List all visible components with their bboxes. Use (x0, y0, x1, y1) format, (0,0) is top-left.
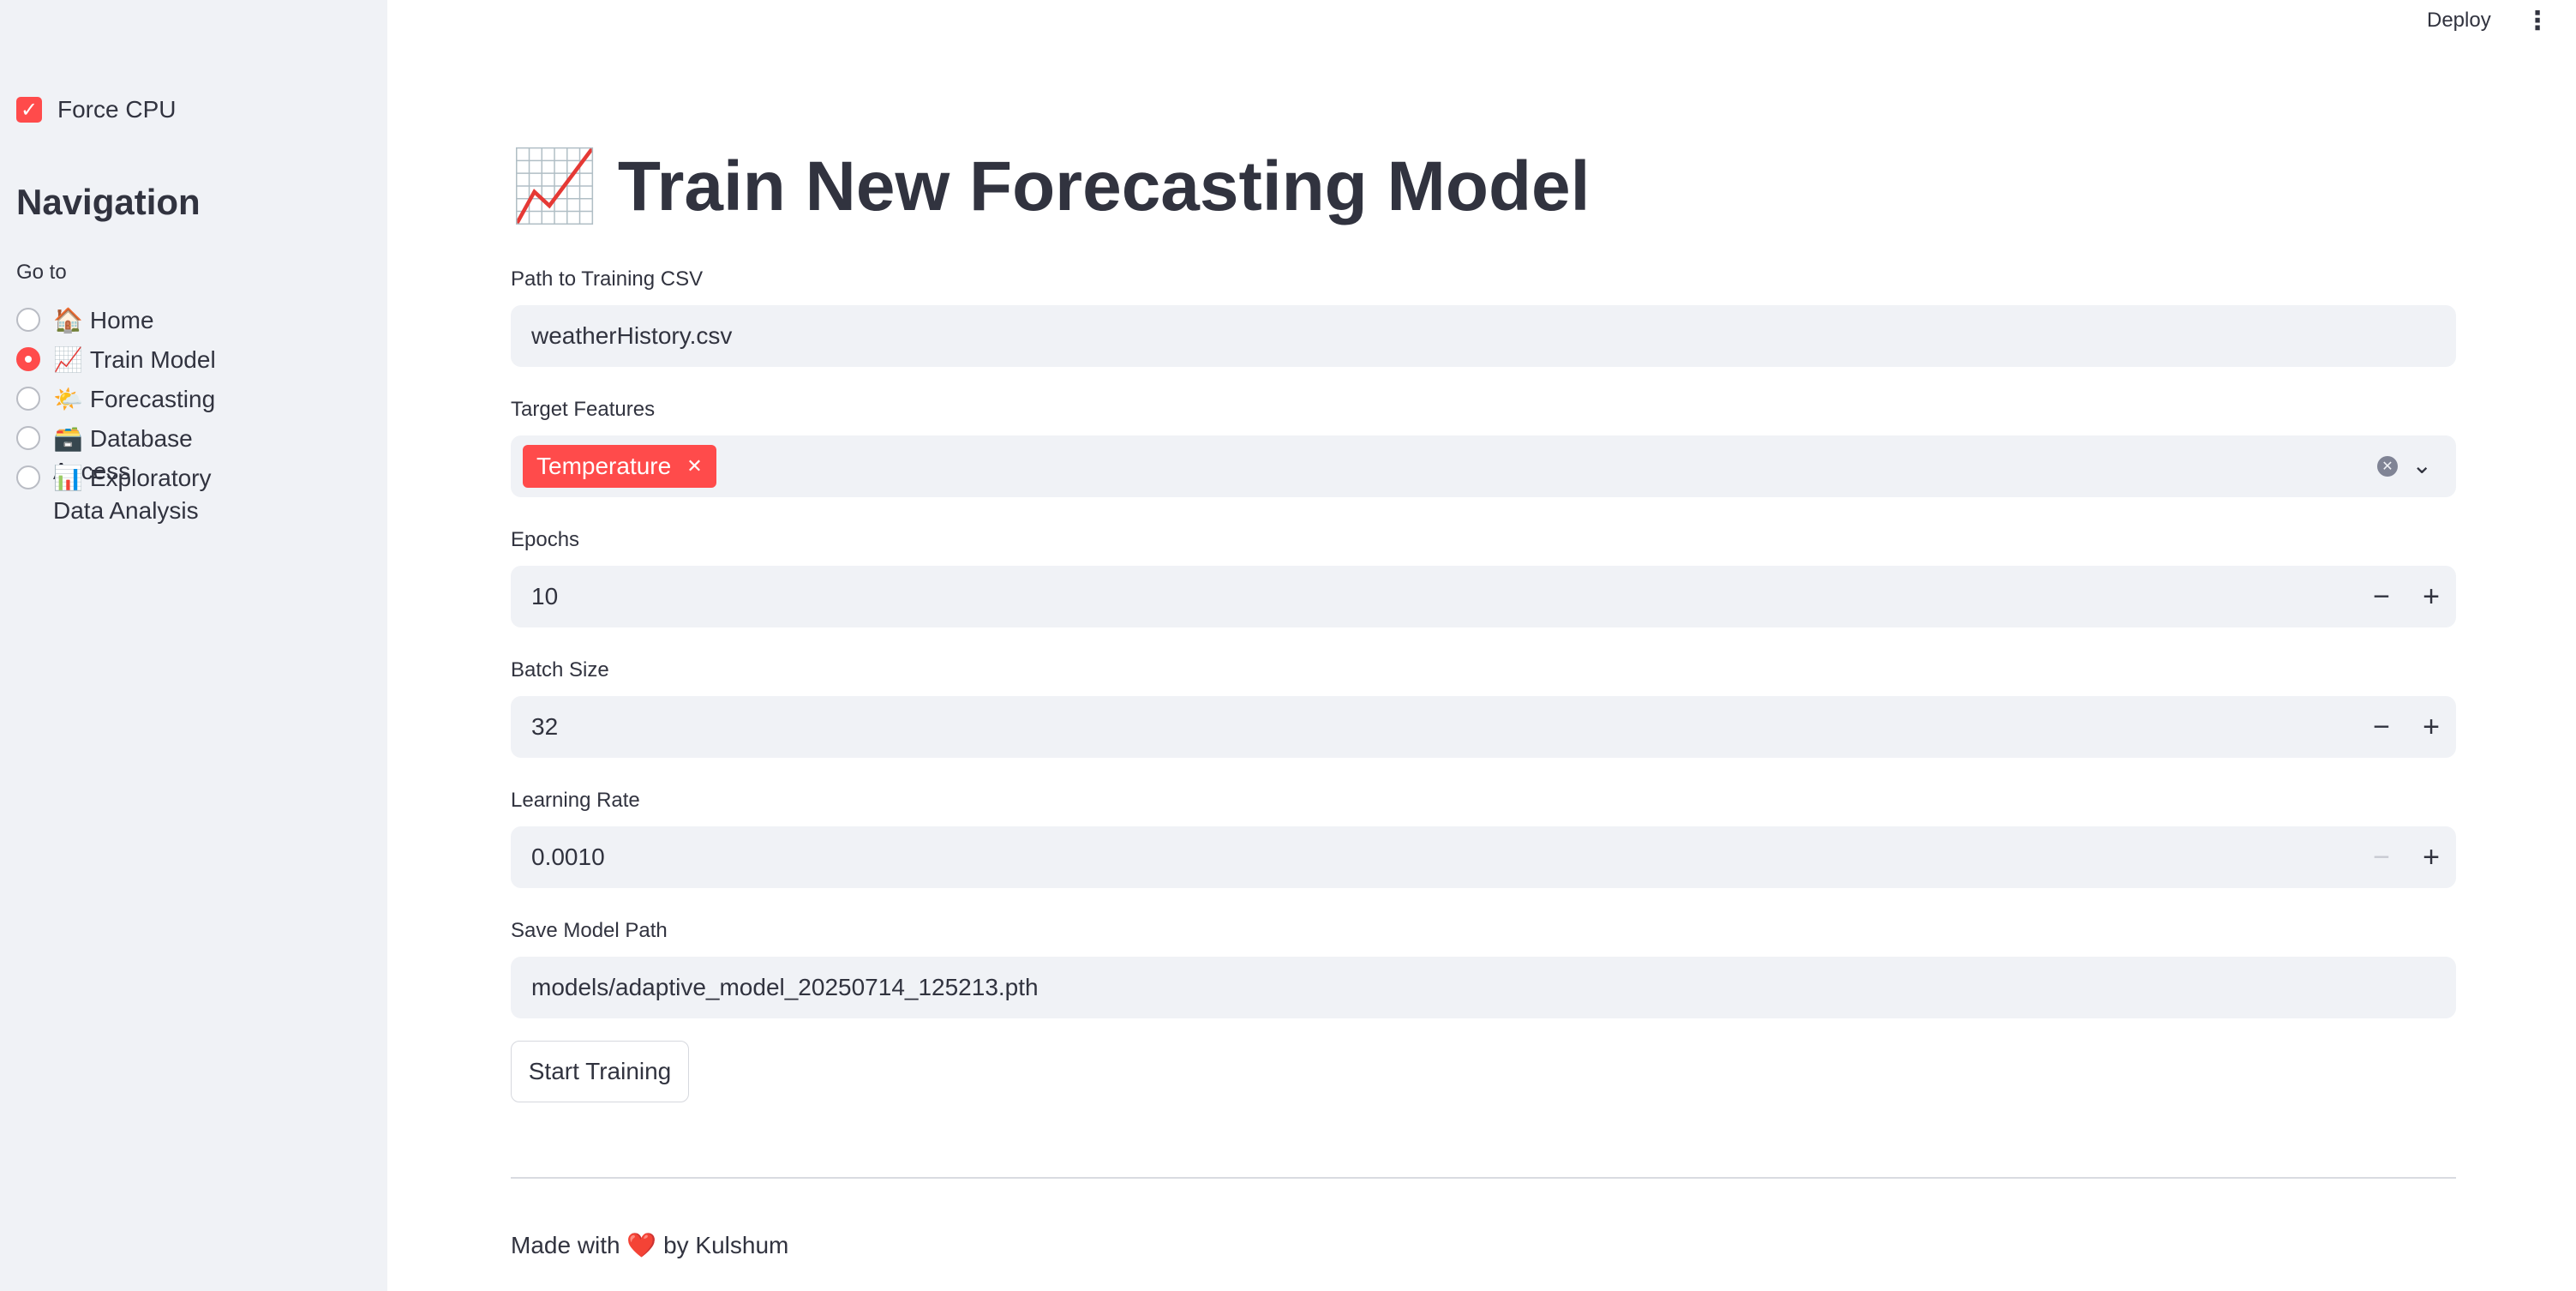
clear-all-icon[interactable]: ✕ (2377, 456, 2398, 477)
increment-button[interactable]: + (2406, 696, 2456, 758)
increment-button[interactable]: + (2406, 566, 2456, 627)
tag-remove-icon[interactable]: ✕ (686, 455, 702, 477)
sidebar: ✓ Force CPU Navigation Go to 🏠 Home 📈 Trai… (0, 0, 387, 1291)
force-cpu-checkbox[interactable]: ✓ Force CPU (16, 96, 176, 123)
target-feature-tag[interactable]: Temperature ✕ (523, 445, 716, 488)
epochs-input[interactable]: − + (511, 566, 2456, 627)
more-vertical-icon[interactable]: ⋮ (2525, 7, 2550, 36)
page-title: 📈 Train New Forecasting Model (511, 147, 1591, 225)
heart-icon: ❤️ (626, 1232, 657, 1258)
learning-rate-label: Learning Rate (511, 789, 640, 812)
nav-item-eda[interactable]: 📊 Exploratory Data Analysis (16, 462, 267, 541)
csv-path-label: Path to Training CSV (511, 267, 704, 291)
learning-rate-stepper: − + (2357, 826, 2456, 888)
target-features-label: Target Features (511, 398, 656, 421)
radio-button-selected[interactable] (16, 347, 40, 371)
nav-item-forecasting[interactable]: 🌤️ Forecasting (16, 383, 267, 423)
nav-item-home[interactable]: 🏠 Home (16, 304, 267, 344)
tag-label: Temperature (536, 453, 672, 479)
nav-item-train-model[interactable]: 📈 Train Model (16, 344, 267, 383)
batch-size-input[interactable]: − + (511, 696, 2456, 758)
sun-cloud-icon: 🌤️ (53, 386, 83, 412)
goto-label: Go to (16, 261, 67, 284)
footer-prefix: Made with (511, 1232, 620, 1258)
save-path-label: Save Model Path (511, 919, 668, 942)
save-path-text[interactable] (530, 973, 2456, 1002)
nav-item-label: Forecasting (89, 386, 216, 412)
learning-rate-input[interactable]: − + (511, 826, 2456, 888)
nav-radio-group: 🏠 Home 📈 Train Model 🌤️ Forecasting 🗃️ Datab… (16, 304, 267, 541)
epochs-stepper: − + (2357, 566, 2456, 627)
epochs-value[interactable] (530, 582, 2456, 611)
deploy-button[interactable]: Deploy (2427, 9, 2491, 33)
batch-size-stepper: − + (2357, 696, 2456, 758)
nav-item-database-access[interactable]: 🗃️ Database Access (16, 423, 267, 484)
radio-button[interactable] (16, 387, 40, 411)
nav-item-label: Train Model (89, 346, 216, 373)
decrement-button[interactable]: − (2357, 826, 2406, 888)
save-path-input[interactable] (511, 957, 2456, 1018)
force-cpu-label: Force CPU (57, 96, 177, 123)
csv-path-text[interactable] (530, 321, 2456, 351)
footer: Made with ❤️ by Kulshum (511, 1231, 788, 1259)
chevron-down-icon[interactable]: ⌄ (2412, 451, 2432, 479)
epochs-label: Epochs (511, 528, 580, 551)
target-features-multiselect[interactable]: Temperature ✕ ✕ ⌄ (511, 435, 2456, 497)
decrement-button[interactable]: − (2357, 696, 2406, 758)
batch-size-label: Batch Size (511, 658, 609, 682)
checkbox-check-icon[interactable]: ✓ (16, 97, 42, 123)
nav-item-label: Home (89, 307, 154, 333)
radio-button[interactable] (16, 426, 40, 450)
navigation-heading: Navigation (16, 182, 201, 222)
footer-suffix: by Kulshum (663, 1232, 789, 1258)
increment-button[interactable]: + (2406, 826, 2456, 888)
start-training-button[interactable]: Start Training (511, 1041, 689, 1102)
learning-rate-value[interactable] (530, 843, 2456, 872)
csv-path-input[interactable] (511, 305, 2456, 367)
bar-chart-icon: 📊 (53, 465, 83, 491)
radio-button[interactable] (16, 308, 40, 332)
file-box-icon: 🗃️ (53, 425, 83, 452)
radio-button[interactable] (16, 465, 40, 489)
house-icon: 🏠 (53, 307, 83, 333)
decrement-button[interactable]: − (2357, 566, 2406, 627)
divider (511, 1177, 2456, 1179)
batch-size-value[interactable] (530, 712, 2456, 742)
chart-up-icon: 📈 (53, 346, 83, 373)
